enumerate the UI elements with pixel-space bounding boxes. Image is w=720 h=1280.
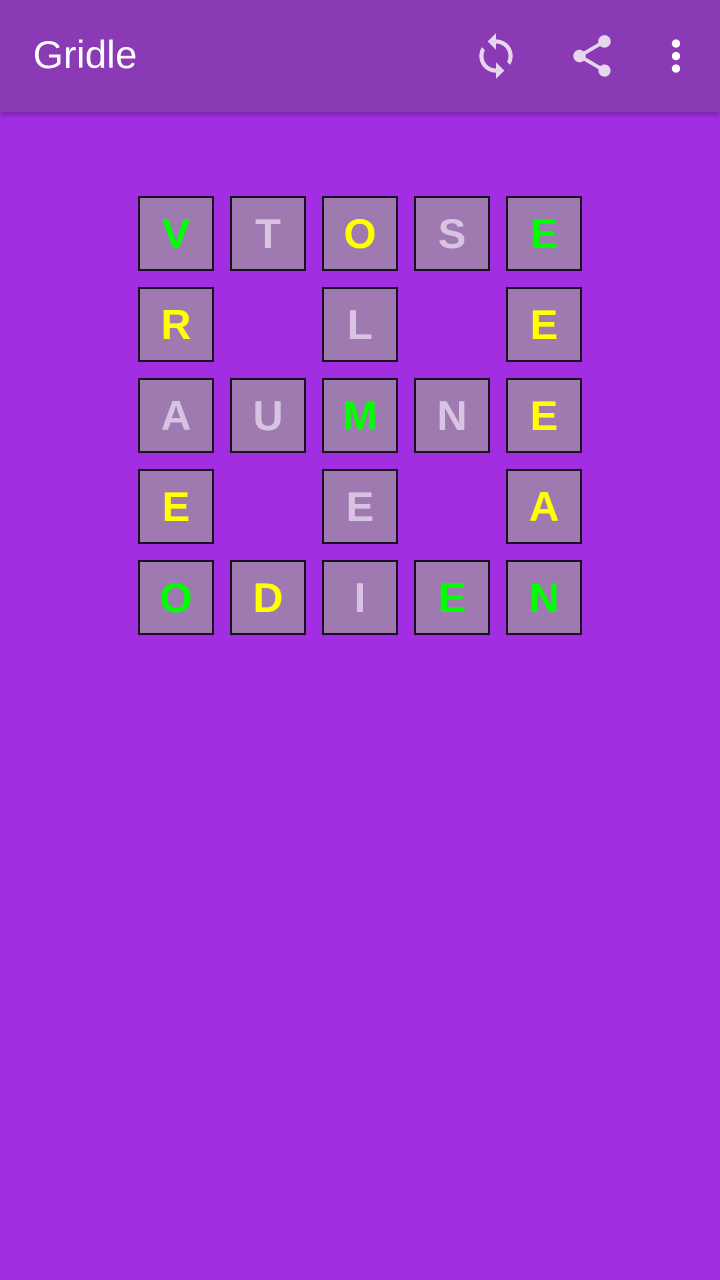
letter-tile[interactable]: R <box>138 287 214 362</box>
letter-tile[interactable]: M <box>322 378 398 453</box>
share-icon[interactable] <box>564 28 620 84</box>
letter-tile[interactable]: E <box>506 378 582 453</box>
app-title: Gridle <box>33 34 138 77</box>
more-vert-icon[interactable] <box>648 28 704 84</box>
letter-tile[interactable]: E <box>138 469 214 544</box>
letter-tile[interactable]: O <box>322 196 398 271</box>
letter-tile[interactable]: E <box>414 560 490 635</box>
letter-tile[interactable]: D <box>230 560 306 635</box>
letter-tile[interactable]: L <box>322 287 398 362</box>
letter-tile[interactable]: V <box>138 196 214 271</box>
letter-tile[interactable]: A <box>138 378 214 453</box>
letter-tile[interactable]: U <box>230 378 306 453</box>
letter-tile[interactable]: E <box>322 469 398 544</box>
letter-tile[interactable]: N <box>506 560 582 635</box>
letter-tile[interactable]: N <box>414 378 490 453</box>
refresh-icon[interactable] <box>468 28 524 84</box>
letter-tile[interactable]: I <box>322 560 398 635</box>
letter-tile[interactable]: A <box>506 469 582 544</box>
letter-tile[interactable]: T <box>230 196 306 271</box>
letter-tile[interactable]: S <box>414 196 490 271</box>
letter-tile[interactable]: E <box>506 196 582 271</box>
letter-tile[interactable]: O <box>138 560 214 635</box>
letter-grid: VTOSERLEAUMNEEEAODIEN <box>138 196 582 635</box>
app-bar: Gridle <box>0 0 720 112</box>
letter-tile[interactable]: E <box>506 287 582 362</box>
